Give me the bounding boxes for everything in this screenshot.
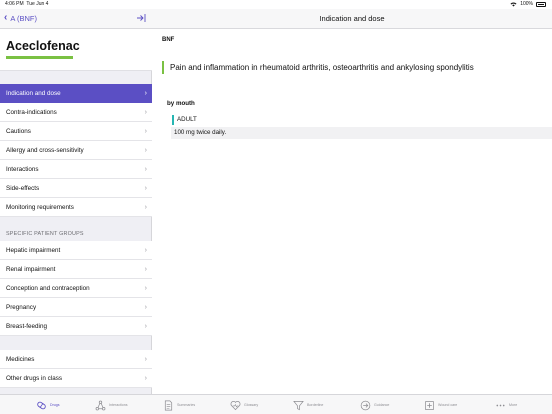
sidebar-item-label: Breast-feeding (6, 323, 47, 330)
tab-label: Drugs (50, 403, 60, 407)
patient-group-label: ADULT (172, 115, 197, 125)
back-button[interactable]: ‹ A (BNF) (4, 13, 37, 23)
document-icon (164, 400, 173, 410)
collapse-sidebar-icon[interactable] (136, 13, 146, 23)
status-date: Tue Jun 4 (26, 1, 49, 7)
back-label: A (BNF) (10, 13, 38, 23)
chevron-right-icon: › (144, 185, 147, 192)
pill-icon (37, 401, 46, 409)
status-bar: 4:06 PM Tue Jun 4 100% (0, 0, 552, 9)
chevron-right-icon: › (144, 90, 147, 97)
tab-more[interactable]: More (495, 397, 517, 413)
battery-percent: 100% (520, 1, 533, 7)
sidebar-item-pregnancy[interactable]: Pregnancy › (0, 298, 152, 317)
chevron-right-icon: › (144, 323, 147, 330)
sidebar-item-conception[interactable]: Conception and contraception › (0, 279, 152, 298)
sidebar-item-other-drugs[interactable]: Other drugs in class › (0, 369, 152, 388)
sidebar-item-indication-and-dose[interactable]: Indication and dose › (0, 84, 152, 103)
sidebar-item-label: Interactions (6, 166, 39, 173)
section-title: SPECIFIC PATIENT GROUPS (6, 231, 84, 237)
tab-interactions[interactable]: Interactions (95, 397, 128, 413)
tab-drugs[interactable]: Drugs (36, 397, 60, 413)
sidebar-item-monitoring[interactable]: Monitoring requirements › (0, 198, 152, 217)
main-content: Indication and dose BNF Pain and inflamm… (152, 9, 552, 394)
sidebar-item-label: Allergy and cross-sensitivity (6, 147, 84, 154)
tab-glossary[interactable]: Glossary (230, 397, 258, 413)
tab-label: Borderline (307, 403, 324, 407)
status-right: 100% (510, 0, 546, 9)
page-title: Indication and dose (152, 9, 552, 29)
sidebar-item-interactions[interactable]: Interactions › (0, 160, 152, 179)
tab-label: Glossary (244, 403, 259, 407)
drug-title-block: Aceclofenac (0, 29, 152, 71)
dose-text: 100 mg twice daily. (171, 127, 552, 139)
heart-icon (230, 400, 241, 410)
funnel-icon (293, 400, 304, 410)
tab-label: Guidance (374, 403, 390, 407)
tab-label: Interactions (109, 403, 128, 407)
status-time-date: 4:06 PM Tue Jun 4 (5, 0, 48, 9)
sidebar-item-label: Side-effects (6, 185, 40, 192)
sidebar-item-renal[interactable]: Renal impairment › (0, 260, 152, 279)
sidebar-item-label: Pregnancy (6, 304, 37, 311)
sidebar-item-label: Hepatic impairment (6, 247, 61, 254)
chevron-right-icon: › (144, 266, 147, 273)
chevron-right-icon: › (144, 204, 147, 211)
monograph-sections-list: Indication and dose › Contra-indications ›… (0, 84, 152, 217)
chevron-left-icon: ‹ (4, 12, 8, 23)
chevron-right-icon: › (144, 304, 147, 311)
chevron-right-icon: › (144, 166, 147, 173)
sidebar-item-label: Other drugs in class (6, 375, 62, 382)
plus-box-icon (425, 400, 434, 410)
related-list: Medicines › Other drugs in class › (0, 350, 152, 388)
network-icon (95, 400, 106, 410)
source-label: BNF (162, 37, 175, 43)
sidebar-item-label: Conception and contraception (6, 285, 90, 292)
tab-label: Summaries (177, 403, 196, 407)
drug-title-underline (6, 56, 73, 59)
battery-icon (536, 2, 546, 7)
indication-text: Pain and inflammation in rheumatoid arth… (162, 61, 474, 74)
drug-title: Aceclofenac (6, 39, 80, 53)
sidebar-item-allergy[interactable]: Allergy and cross-sensitivity › (0, 141, 152, 160)
arrow-circle-icon (360, 400, 371, 410)
chevron-right-icon: › (144, 247, 147, 254)
sidebar-item-breast-feeding[interactable]: Breast-feeding › (0, 317, 152, 336)
sidebar-item-label: Cautions (6, 128, 31, 135)
sidebar-header: ‹ A (BNF) (0, 9, 152, 29)
sidebar-item-label: Medicines (6, 356, 35, 363)
tab-wound-care[interactable]: Wound care (424, 397, 457, 413)
tab-bar: Drugs Interactions Summaries Glossary Bo… (0, 394, 552, 414)
sidebar-item-label: Renal impairment (6, 266, 56, 273)
sidebar-item-label: Contra-indications (6, 109, 57, 116)
sidebar: ‹ A (BNF) Aceclofenac Indication and dos… (0, 9, 152, 394)
chevron-right-icon: › (144, 375, 147, 382)
sidebar-item-label: Monitoring requirements (6, 204, 74, 211)
chevron-right-icon: › (144, 128, 147, 135)
status-time: 4:06 PM (5, 1, 24, 7)
tab-borderline[interactable]: Borderline (293, 397, 323, 413)
sidebar-item-label: Indication and dose (6, 90, 61, 97)
sidebar-item-hepatic[interactable]: Hepatic impairment › (0, 241, 152, 260)
chevron-right-icon: › (144, 109, 147, 116)
chevron-right-icon: › (144, 356, 147, 363)
sidebar-item-side-effects[interactable]: Side-effects › (0, 179, 152, 198)
chevron-right-icon: › (144, 285, 147, 292)
sidebar-item-cautions[interactable]: Cautions › (0, 122, 152, 141)
tab-guidance[interactable]: Guidance (360, 397, 389, 413)
wifi-icon (510, 2, 517, 7)
tab-label: More (509, 403, 518, 407)
route-label: by mouth (167, 100, 195, 107)
chevron-right-icon: › (144, 147, 147, 154)
sidebar-item-medicines[interactable]: Medicines › (0, 350, 152, 369)
tab-summaries[interactable]: Summaries (163, 397, 195, 413)
patient-groups-list: Hepatic impairment › Renal impairment › Co… (0, 241, 152, 336)
more-icon (496, 404, 505, 406)
tab-label: Wound care (438, 403, 458, 407)
sidebar-item-contra-indications[interactable]: Contra-indications › (0, 103, 152, 122)
